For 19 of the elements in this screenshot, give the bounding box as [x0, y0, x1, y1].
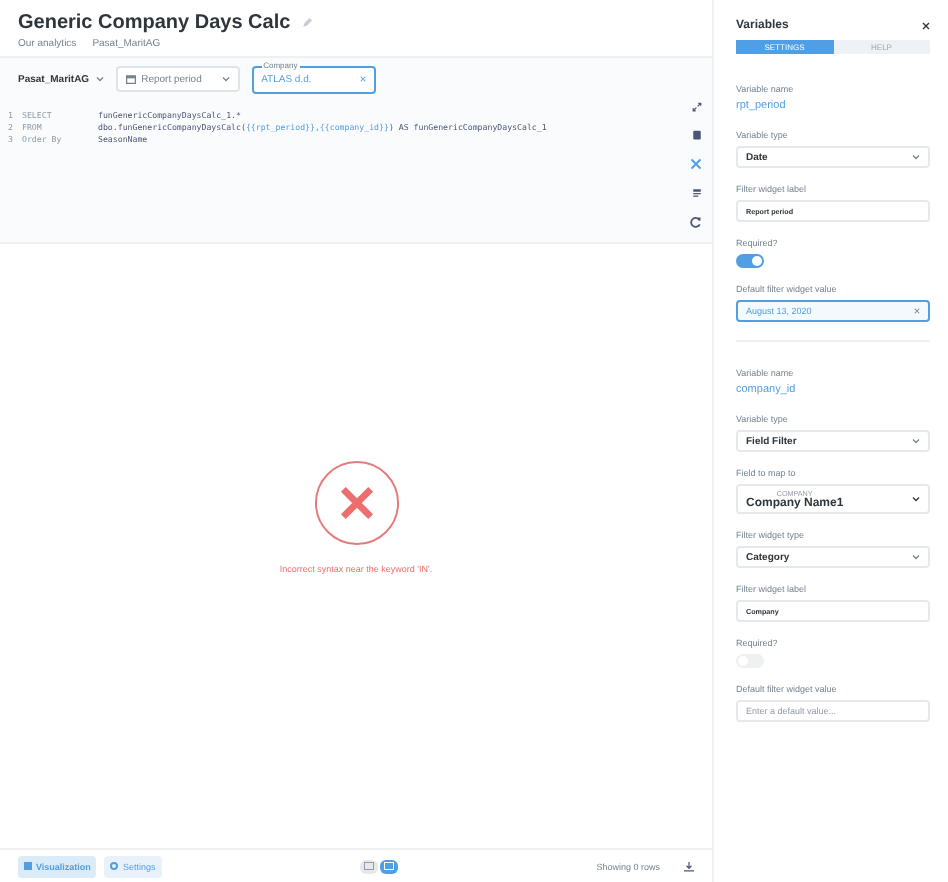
- chevron-down-icon: [912, 554, 920, 560]
- clear-icon[interactable]: [359, 76, 366, 82]
- chevron-down-icon: [912, 438, 920, 444]
- chevron-down-icon: [95, 76, 104, 82]
- chevron-down-icon: [912, 496, 920, 502]
- error-icon: [313, 459, 399, 545]
- view-toggle[interactable]: [359, 859, 378, 873]
- close-icon[interactable]: [922, 22, 930, 30]
- chevron-down-icon: [912, 154, 920, 160]
- clear-icon[interactable]: [914, 308, 920, 314]
- view-toggle[interactable]: [379, 859, 398, 873]
- chevron-down-icon: [221, 76, 230, 82]
- pencil-icon[interactable]: [302, 18, 313, 28]
- download-icon[interactable]: [684, 861, 694, 871]
- calendar-icon: [125, 74, 136, 84]
- required-toggle[interactable]: [736, 254, 764, 268]
- question-title: Generic Company Days Calc: [18, 12, 291, 34]
- expand-icon[interactable]: [691, 102, 701, 112]
- refresh-icon[interactable]: [690, 216, 702, 228]
